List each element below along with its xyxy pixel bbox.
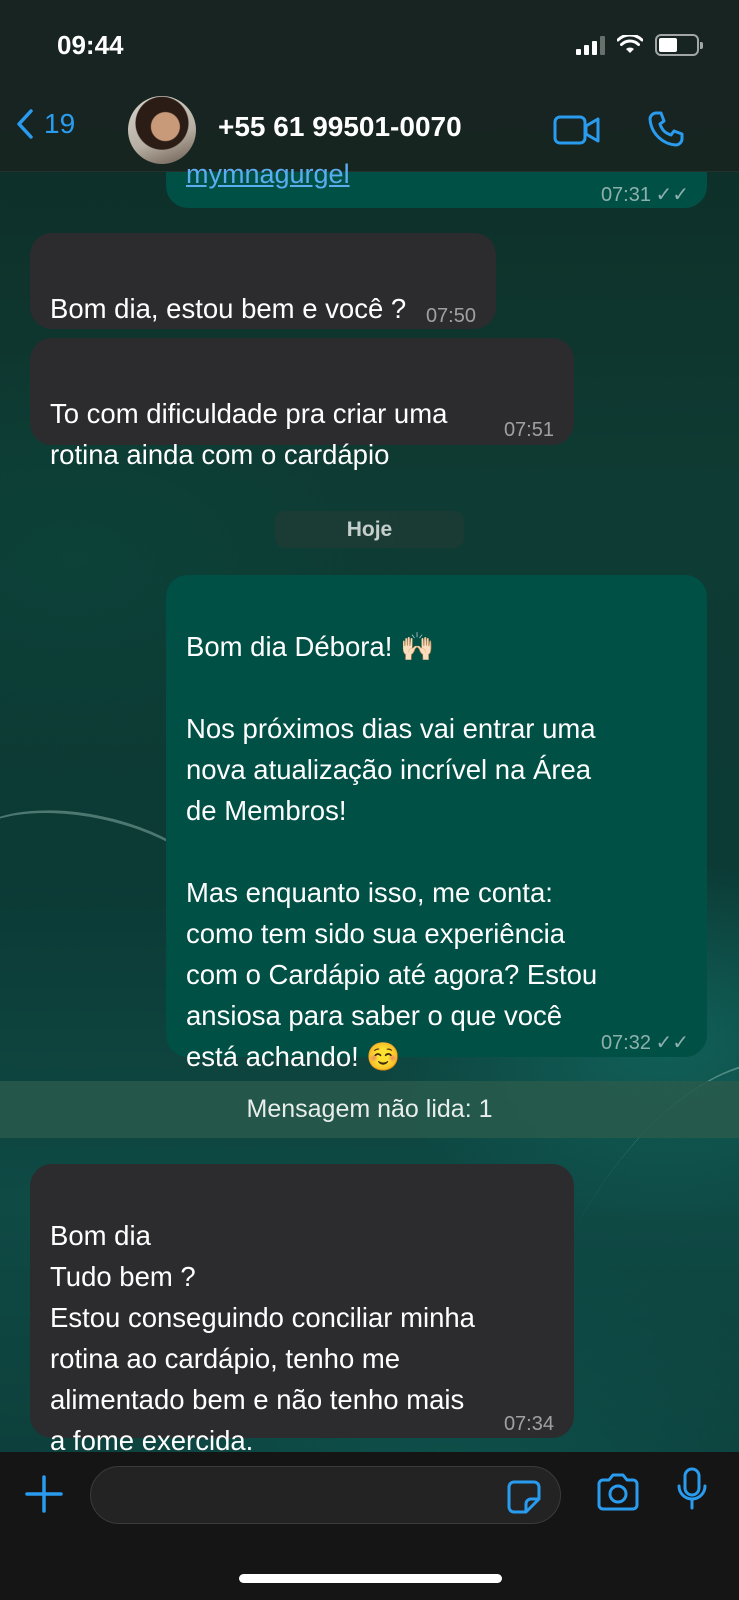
day-divider: Hoje — [275, 511, 464, 548]
message-text: To com dificuldade pra criar uma rotina … — [50, 398, 448, 470]
message-incoming[interactable]: Bom dia Tudo bem ? Estou conseguindo con… — [30, 1164, 574, 1456]
read-ticks-icon: ✓✓ — [655, 184, 689, 206]
message-time: 07:32 — [600, 1032, 651, 1054]
message-incoming[interactable]: Bom dia, estou bem e você ? 07:50 — [30, 233, 496, 329]
status-bar: 09:44 — [0, 0, 739, 92]
back-chevron-icon — [17, 109, 33, 139]
phone-icon[interactable] — [647, 110, 685, 148]
message-link[interactable]: mymnagurgel — [186, 154, 350, 195]
message-outgoing-partial[interactable]: mymnagurgel 07:31 ✓✓ — [166, 159, 707, 208]
message-time: 07:34 — [503, 1413, 554, 1435]
read-ticks-icon: ✓✓ — [655, 1032, 689, 1054]
message-time: 07:31 — [600, 184, 651, 206]
message-outgoing[interactable]: Bom dia Débora! 🙌🏻 Nos próximos dias vai… — [166, 575, 707, 1072]
message-text: Bom dia Débora! 🙌🏻 Nos próximos dias vai… — [186, 631, 598, 1072]
message-text: Bom dia Tudo bem ? Estou conseguindo con… — [50, 1220, 475, 1456]
message-time: 07:50 — [425, 305, 476, 327]
composer-bar — [0, 1452, 739, 1600]
message-time: 07:51 — [503, 419, 554, 441]
unread-chats-count: 19 — [44, 108, 76, 139]
wifi-icon — [617, 35, 643, 53]
sticker-icon[interactable] — [506, 1479, 542, 1515]
plus-icon[interactable] — [24, 1474, 64, 1514]
unread-messages-divider: Mensagem não lida: 1 — [0, 1081, 739, 1138]
video-call-icon[interactable] — [553, 114, 601, 146]
battery-icon — [655, 34, 703, 56]
message-text: Bom dia, estou bem e você ? — [50, 293, 407, 324]
home-indicator[interactable] — [239, 1574, 502, 1583]
back-button[interactable]: 19 — [16, 108, 75, 140]
message-incoming[interactable]: To com dificuldade pra criar uma rotina … — [30, 338, 574, 470]
message-input[interactable] — [90, 1466, 561, 1524]
microphone-icon[interactable] — [676, 1466, 708, 1512]
contact-name[interactable]: +55 61 99501-0070 — [218, 111, 462, 143]
signal-icon — [576, 35, 605, 55]
chat-header: 19 +55 61 99501-0070 — [0, 92, 739, 172]
camera-icon[interactable] — [595, 1472, 641, 1512]
status-time: 09:44 — [57, 30, 124, 60]
status-icons — [576, 34, 703, 56]
